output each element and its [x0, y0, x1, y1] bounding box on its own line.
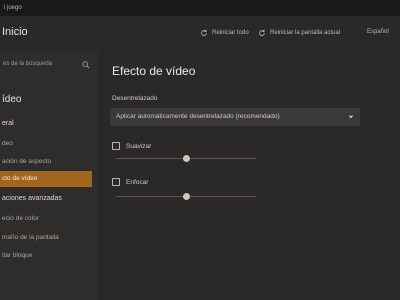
sharpen-label: Enfocar: [126, 179, 149, 186]
deinterlace-value: Aplicar automáticamente desentrelazado (…: [116, 113, 280, 120]
sidebar-item-block[interactable]: itar bloque: [0, 248, 92, 264]
window-title: l juego: [4, 5, 22, 11]
sidebar-item-general[interactable]: eral: [0, 116, 92, 132]
sidebar: es de la búsqueda ídeo eral deo ación de…: [0, 50, 98, 300]
search-placeholder: es de la búsqueda: [3, 61, 53, 67]
sharpen-slider-thumb[interactable]: [182, 193, 190, 200]
sidebar-item-label: maño de la pantalla: [2, 234, 59, 241]
sidebar-item-label: ación de aspecto: [2, 158, 52, 165]
sidebar-item-label: deo: [2, 140, 13, 147]
search-input[interactable]: es de la búsqueda: [0, 58, 96, 72]
sidebar-item-video[interactable]: deo: [0, 136, 92, 152]
smooth-label: Suavizar: [126, 143, 152, 150]
deinterlace-label: Desentrelazado: [112, 95, 158, 102]
reset-all-button[interactable]: Reiniciar todo: [200, 29, 249, 37]
sidebar-item-label: cto de vídeo: [2, 175, 38, 182]
main-content: Efecto de vídeo Desentrelazado Aplicar a…: [98, 50, 400, 300]
sidebar-item-label: itar bloque: [2, 252, 33, 259]
smooth-slider-thumb[interactable]: [182, 155, 190, 162]
sidebar-item-color[interactable]: ecio de color: [0, 211, 92, 227]
page-title: Efecto de vídeo: [112, 64, 196, 78]
sidebar-item-label: eral: [2, 120, 14, 127]
window-titlebar: l juego: [0, 0, 400, 16]
sidebar-item-advanced[interactable]: aciones avanzadas: [0, 191, 92, 207]
reset-screen-label: Reiniciar la pantalla actual: [270, 30, 341, 36]
sidebar-item-label: aciones avanzadas: [2, 195, 62, 202]
chevron-down-icon: [348, 115, 354, 119]
language-selector[interactable]: Español: [367, 29, 389, 35]
refresh-icon: [259, 29, 265, 36]
sidebar-section-video[interactable]: ídeo: [0, 92, 92, 108]
home-button[interactable]: Inicio: [2, 26, 28, 38]
sidebar-item-aspect-ratio[interactable]: ación de aspecto: [0, 154, 92, 170]
reset-all-label: Reiniciar todo: [212, 30, 249, 36]
sidebar-section-label: ídeo: [2, 94, 22, 105]
deinterlace-select[interactable]: Aplicar automáticamente desentrelazado (…: [110, 108, 360, 126]
app-header: Inicio Reiniciar todo Reiniciar la panta…: [0, 16, 400, 50]
sidebar-item-video-effect[interactable]: cto de vídeo: [0, 171, 92, 187]
search-icon: [82, 61, 90, 69]
sidebar-item-screen-size[interactable]: maño de la pantalla: [0, 230, 92, 246]
sharpen-checkbox[interactable]: [112, 178, 120, 186]
reset-screen-button[interactable]: Reiniciar la pantalla actual: [258, 29, 340, 37]
refresh-icon: [201, 29, 207, 36]
smooth-checkbox[interactable]: [112, 142, 120, 150]
sidebar-item-label: ecio de color: [2, 215, 39, 222]
